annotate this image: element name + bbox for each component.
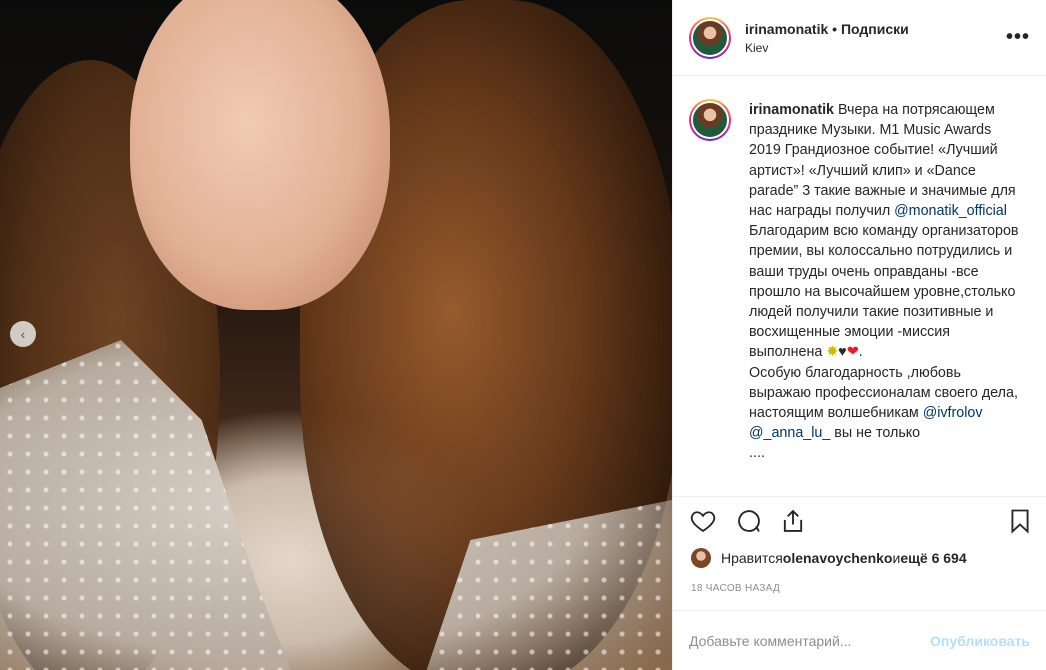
caption-text-2: Благодарим всю команду организаторов пре…: [749, 223, 1019, 361]
bookmark-icon[interactable]: [1006, 507, 1034, 535]
liker-avatar: [691, 548, 711, 568]
share-icon[interactable]: [779, 507, 807, 535]
caption-avatar-image: [691, 101, 729, 139]
mention-anna-lu[interactable]: @_anna_lu_: [749, 425, 830, 441]
action-bar: [673, 496, 1046, 546]
avatar[interactable]: [689, 16, 731, 59]
photo-face: [130, 0, 390, 310]
comment-input[interactable]: [689, 632, 931, 649]
carousel-prev-button[interactable]: ‹: [10, 321, 36, 347]
post-sidebar: irinamonatik • Подписки Kiev ••• irinamo…: [672, 0, 1046, 670]
following-button[interactable]: Подписки: [841, 21, 909, 37]
mention-monatik-official[interactable]: @monatik_official: [894, 203, 1007, 219]
comment-form: Опубликовать: [673, 610, 1046, 670]
likes-summary[interactable]: Нравится olenavoychenko и ещё 6 694: [691, 548, 967, 568]
header-line: irinamonatik • Подписки: [745, 21, 909, 37]
liker-username[interactable]: olenavoychenko: [783, 550, 893, 566]
caption-text-1: Вчера на потрясающем празднике Музыки. М…: [749, 102, 1016, 220]
comment-bubble-icon[interactable]: [735, 507, 763, 535]
caption-text-5: вы не только: [830, 425, 921, 442]
post-photo[interactable]: ‹: [0, 0, 672, 670]
mention-ivfrolov[interactable]: @ivfrolov: [923, 405, 983, 421]
caption-area: irinamonatik Вчера на потрясающем праздн…: [673, 77, 1046, 497]
heart-outline-icon[interactable]: [689, 507, 717, 535]
black-heart-icon: ♥: [838, 344, 847, 361]
post-header: irinamonatik • Подписки Kiev •••: [673, 0, 1046, 76]
caption-text-3: .: [858, 344, 863, 361]
more-options-icon[interactable]: •••: [1006, 26, 1030, 49]
caption-text-6: ....: [749, 445, 765, 462]
likes-prefix: Нравится: [721, 550, 783, 566]
red-heart-icon: ❤: [846, 344, 859, 361]
location-link[interactable]: Kiev: [745, 41, 909, 55]
username-link[interactable]: irinamonatik: [745, 21, 828, 37]
sparkle-icon: ✸: [826, 344, 839, 361]
avatar-image: [691, 18, 729, 57]
caption-text: irinamonatik Вчера на потрясающем праздн…: [749, 100, 1019, 497]
separator-dot: •: [832, 20, 838, 37]
post-timestamp[interactable]: 18 ЧАСОВ НАЗАД: [691, 583, 780, 594]
publish-button[interactable]: Опубликовать: [930, 633, 1030, 649]
post-header-meta: irinamonatik • Подписки Kiev: [745, 21, 909, 55]
caption-avatar[interactable]: [689, 99, 731, 141]
likes-middle: и: [892, 550, 901, 566]
caption-username[interactable]: irinamonatik: [749, 102, 834, 118]
likes-count[interactable]: ещё 6 694: [900, 550, 966, 566]
